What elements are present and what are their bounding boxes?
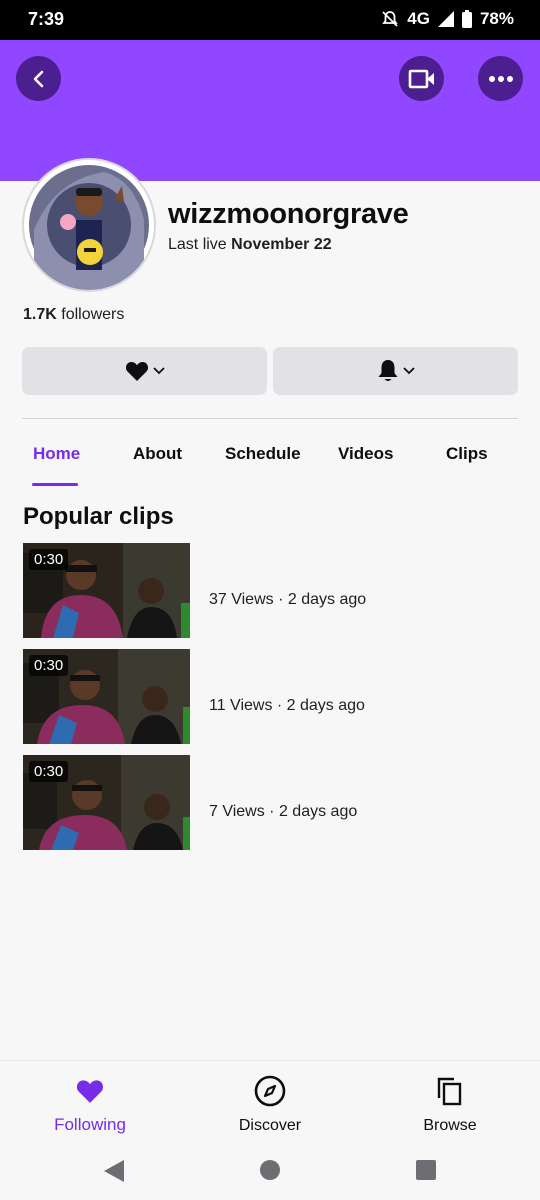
- heart-icon: [75, 1075, 105, 1107]
- channel-avatar[interactable]: [22, 158, 156, 292]
- clip-thumbnail[interactable]: 0:30: [23, 649, 190, 744]
- battery-icon: [461, 10, 472, 28]
- active-tab-indicator: [32, 483, 78, 486]
- bell-icon: [378, 360, 397, 381]
- nav-browse[interactable]: Browse: [380, 1061, 520, 1145]
- followers-number: 1.7K: [23, 306, 57, 323]
- nav-following[interactable]: Following: [20, 1061, 160, 1145]
- nav-discover-label: Discover: [238, 1117, 302, 1134]
- chevron-left-icon: [33, 70, 43, 87]
- compass-icon: [254, 1075, 286, 1107]
- video-camera-icon: [408, 69, 434, 88]
- clip-item[interactable]: 0:30 11 Views · 2 days ago: [23, 649, 518, 744]
- bottom-nav: Following Discover Browse: [0, 1060, 540, 1144]
- network-type: 4G: [407, 9, 430, 28]
- last-live-prefix: Last live: [168, 236, 227, 253]
- clip-item[interactable]: 0:30 7 Views · 2 days ago: [23, 755, 518, 850]
- tab-home[interactable]: Home: [33, 444, 80, 464]
- channel-tabs: Home About Schedule Videos Clips: [0, 436, 540, 488]
- signal-icon: [437, 11, 454, 27]
- last-live: Last live November 22: [168, 236, 332, 254]
- nav-browse-label: Browse: [423, 1117, 477, 1134]
- battery-level: 78%: [479, 9, 514, 28]
- clip-duration: 0:30: [29, 655, 69, 676]
- copy-icon: [436, 1075, 464, 1107]
- clip-thumbnail[interactable]: 0:30: [23, 755, 190, 850]
- tab-videos[interactable]: Videos: [338, 444, 393, 464]
- chevron-down-icon: [152, 367, 165, 375]
- status-icons: 4G 78%: [381, 9, 514, 29]
- clip-duration: 0:30: [29, 549, 69, 570]
- chevron-down-icon: [402, 367, 415, 375]
- clip-duration: 0:30: [29, 761, 69, 782]
- more-options-button[interactable]: [478, 56, 523, 101]
- more-horizontal-icon: [488, 75, 513, 82]
- follow-button[interactable]: [22, 347, 267, 395]
- nav-discover[interactable]: Discover: [200, 1061, 340, 1145]
- clip-meta: 37 Views · 2 days ago: [209, 591, 367, 608]
- section-title: Popular clips: [23, 503, 174, 530]
- status-bar: 7:39 4G 78%: [0, 0, 540, 40]
- status-time: 7:39: [28, 9, 65, 29]
- system-recents-icon[interactable]: [415, 1159, 437, 1181]
- clip-meta: 11 Views · 2 days ago: [209, 697, 365, 714]
- avatar-image: [29, 165, 149, 290]
- followers-count: 1.7K followers: [23, 306, 124, 324]
- heart-icon: [125, 362, 148, 381]
- tab-clips[interactable]: Clips: [446, 444, 488, 464]
- clip-item[interactable]: 0:30 37 Views · 2 days ago: [23, 543, 518, 638]
- clip-thumbnail[interactable]: 0:30: [23, 543, 190, 638]
- back-button[interactable]: [16, 56, 61, 101]
- last-live-date: November 22: [231, 236, 332, 253]
- system-nav-bar: [0, 1144, 540, 1200]
- system-home-icon[interactable]: [259, 1159, 281, 1181]
- notifications-button[interactable]: [273, 347, 518, 395]
- go-live-button[interactable]: [399, 56, 444, 101]
- channel-name: wizzmoonorgrave: [168, 198, 409, 230]
- tab-about[interactable]: About: [133, 444, 182, 464]
- followers-label: followers: [61, 306, 125, 323]
- tab-schedule[interactable]: Schedule: [225, 444, 301, 464]
- do-not-disturb-icon: [382, 11, 399, 27]
- nav-following-label: Following: [54, 1115, 126, 1134]
- divider: [22, 418, 518, 419]
- system-back-icon[interactable]: [103, 1159, 125, 1183]
- clip-meta: 7 Views · 2 days ago: [209, 803, 358, 820]
